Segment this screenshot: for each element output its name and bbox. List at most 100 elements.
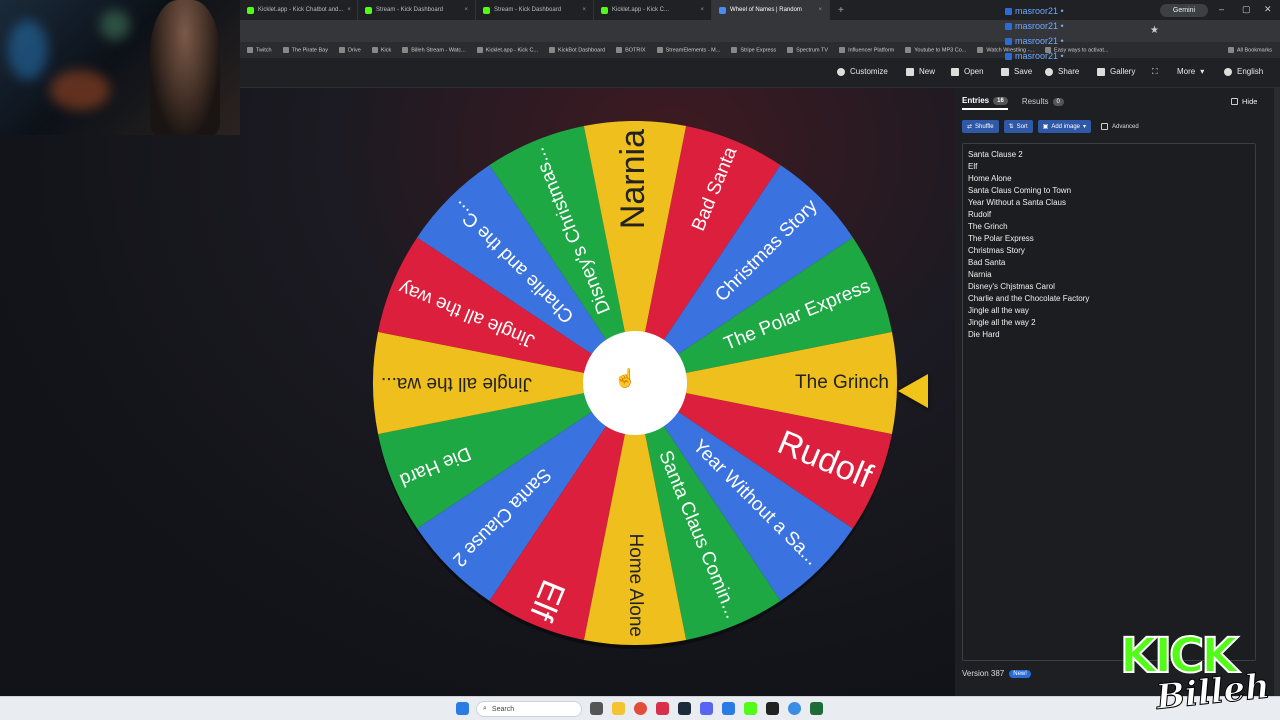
add-image-button[interactable]: ▣ Add image ▾	[1037, 120, 1092, 133]
chat-overlay: masroor21 • masroor21 • masroor21 • masr…	[1005, 4, 1105, 64]
kick-logo: KICK Billeh	[1119, 628, 1272, 718]
entry-line: Santa Claus Coming to Town	[968, 186, 1072, 195]
entry-line: Jingle all the way	[968, 306, 1029, 315]
maximize-icon[interactable]: ▢	[1242, 4, 1251, 15]
task-view-icon[interactable]	[590, 702, 603, 715]
entry-line: Rudolf	[968, 210, 992, 219]
steam-icon[interactable]	[678, 702, 691, 715]
checkbox-icon	[1231, 98, 1238, 105]
share-icon	[1045, 67, 1053, 76]
entry-line: Disney's Chjstmas Carol	[968, 282, 1055, 291]
browser-tab[interactable]: Kicklet.app - Kick Chatbot and... ×	[240, 0, 358, 20]
bookmark-item[interactable]: Twitch	[247, 47, 272, 53]
file-explorer-icon[interactable]	[612, 702, 625, 715]
tab-entries[interactable]: Entries 16	[962, 96, 1008, 110]
webcam-overlay	[0, 0, 240, 135]
entry-line: Year Without a Santa Claus	[968, 198, 1066, 207]
entry-line: Home Alone	[968, 174, 1012, 183]
entry-line: The Grinch	[968, 222, 1008, 231]
gallery-button[interactable]: Gallery	[1097, 67, 1135, 76]
entry-line: Santa Clause 2	[968, 150, 1023, 159]
browser-tab[interactable]: Stream - Kick Dashboard ×	[358, 0, 476, 20]
advanced-checkbox[interactable]: Advanced	[1101, 120, 1139, 133]
entry-line: Elf	[968, 162, 978, 171]
save-icon	[1001, 67, 1009, 76]
chevron-down-icon: ▾	[1200, 67, 1205, 76]
entry-line: Narnia	[968, 270, 992, 279]
bookmark-item[interactable]: Stripe Express	[731, 47, 776, 53]
share-button[interactable]: Share	[1045, 67, 1079, 76]
save-button[interactable]: Save	[1001, 67, 1032, 76]
entry-line: The Polar Express	[968, 234, 1034, 243]
entry-line: Jingle all the way 2	[968, 318, 1036, 327]
bookmark-item[interactable]: BOTRIX	[616, 47, 645, 53]
browser-tab[interactable]: Kicklet.app - Kick C... ×	[594, 0, 712, 20]
folder-icon	[951, 67, 959, 76]
bookmark-item[interactable]: StreamElements - M...	[657, 47, 721, 53]
wheel-slice-label: The Grinch	[795, 372, 889, 393]
palette-icon	[837, 67, 845, 76]
bookmark-item[interactable]: The Pirate Bay	[283, 47, 328, 53]
entry-line: Die Hard	[968, 330, 1000, 339]
fullscreen-icon[interactable]: ⛶	[1152, 67, 1158, 77]
browser-tab-bar: Kicklet.app - Kick Chatbot and... × Strea…	[240, 0, 1280, 20]
new-button[interactable]: New	[906, 67, 935, 76]
search-icon: ⌕	[483, 705, 487, 712]
bookmark-star-icon[interactable]: ★	[1150, 25, 1159, 36]
bookmark-item[interactable]: Influencer Platform	[839, 47, 894, 53]
language-select[interactable]: English	[1224, 67, 1263, 76]
bookmark-item[interactable]: Kick	[372, 47, 391, 53]
app-icon[interactable]	[810, 702, 823, 715]
discord-icon[interactable]	[700, 702, 713, 715]
bookmark-item[interactable]: Youtube to MP3 Co...	[905, 47, 966, 53]
browser-tab[interactable]: Stream - Kick Dashboard ×	[476, 0, 594, 20]
obs-icon[interactable]	[766, 702, 779, 715]
sort-button[interactable]: ⇅ Sort	[1003, 120, 1033, 133]
app-icon[interactable]	[722, 702, 735, 715]
checkbox-icon	[1101, 123, 1109, 130]
entry-line: Charlie and the Chocolate Factory	[968, 294, 1090, 303]
open-button[interactable]: Open	[951, 67, 984, 76]
all-bookmarks[interactable]: All Bookmarks	[1228, 47, 1280, 53]
bookmark-item[interactable]: Kicklet.app - Kick C...	[477, 47, 538, 53]
scrollbar[interactable]	[1274, 88, 1280, 696]
hide-checkbox[interactable]: Hide	[1231, 97, 1257, 106]
bookmark-item[interactable]: KickBot Dashboard	[549, 47, 605, 53]
gemini-button[interactable]: Gemini	[1160, 4, 1208, 17]
shuffle-icon: ⇄	[967, 124, 973, 130]
wheel-pointer-icon	[898, 374, 928, 408]
gallery-icon	[1097, 67, 1105, 76]
file-icon	[906, 67, 914, 76]
address-bar[interactable]: ★	[240, 20, 1280, 42]
taskbar-search[interactable]: ⌕ Search	[476, 701, 582, 717]
wheel-slice-label: Jingle all the wa...	[381, 373, 532, 394]
bookmarks-bar: Twitch The Pirate Bay Drive Kick Billeh Stre…	[240, 42, 1280, 58]
image-icon: ▣	[1042, 124, 1049, 130]
entries-panel: Entries 16 Results 0 Hide ⇄ Shuffle ⇅ Sort ▣…	[955, 88, 1280, 696]
app-icon[interactable]	[788, 702, 801, 715]
customize-button[interactable]: Customize	[837, 67, 888, 76]
chevron-down-icon: ▾	[1083, 124, 1087, 130]
new-tab-button[interactable]: +	[830, 5, 852, 16]
chrome-icon[interactable]	[634, 702, 647, 715]
sort-icon: ⇅	[1008, 124, 1014, 130]
tab-results[interactable]: Results 0	[1022, 96, 1064, 110]
app-icon[interactable]	[656, 702, 669, 715]
bookmark-item[interactable]: Drive	[339, 47, 361, 53]
bookmark-item[interactable]: Spectrum TV	[787, 47, 828, 53]
browser-tab-active[interactable]: Wheel of Names | Random ×	[712, 0, 830, 20]
globe-icon	[1224, 67, 1232, 76]
minimize-icon[interactable]: –	[1219, 4, 1224, 14]
close-icon[interactable]: ✕	[1264, 4, 1272, 15]
bookmark-item[interactable]: Billeh Stream - Watc...	[402, 47, 466, 53]
entry-line: Bad Santa	[968, 258, 1006, 267]
more-menu[interactable]: More ▾	[1177, 67, 1204, 76]
shuffle-button[interactable]: ⇄ Shuffle	[962, 120, 999, 133]
kick-icon[interactable]	[744, 702, 757, 715]
start-icon[interactable]	[456, 702, 469, 715]
new-badge[interactable]: New!	[1009, 669, 1031, 678]
wheel-of-names[interactable]: The GrinchRudolfYear Without a Sa...Sant…	[365, 121, 905, 661]
entries-textarea[interactable]: Santa Clause 2 Elf Home Alone Santa Claus C…	[962, 143, 1256, 661]
wheel-slice-label: Narnia	[614, 129, 652, 229]
hand-cursor-icon: ☝	[614, 368, 637, 388]
